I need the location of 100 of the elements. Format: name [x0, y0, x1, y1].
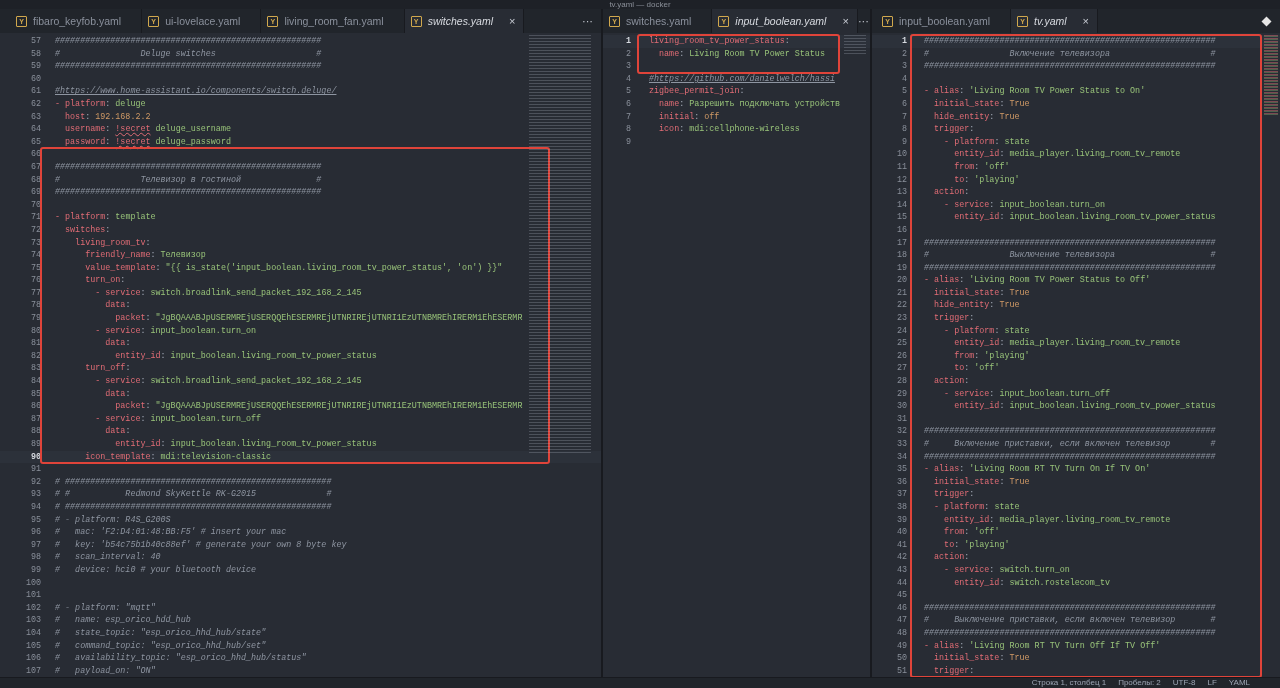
- line-number: 88: [29, 425, 41, 438]
- code-line: from: 'playing': [953, 349, 1030, 363]
- code-comment: # mac: 'F2:D4:01:48:BB:F5' # insert your mac: [55, 526, 287, 539]
- code-line: - service: switch.turn_on: [943, 563, 1070, 577]
- line-number: 51: [895, 664, 907, 678]
- status-item[interactable]: UTF-8: [1172, 678, 1196, 688]
- line-number: 11: [895, 160, 907, 174]
- line-number: 23: [895, 312, 907, 325]
- code-comment: ##########################################################: [924, 425, 1216, 438]
- code-line: trigger:: [933, 312, 975, 325]
- line-number: 13: [895, 186, 907, 199]
- line-number: 24: [895, 324, 907, 338]
- code-line: initial_state: True: [933, 652, 1030, 665]
- line-number: 67: [29, 160, 41, 174]
- code-line: living_room_tv_power_status:: [649, 35, 790, 48]
- code-comment: ##########################################################: [924, 626, 1216, 640]
- code-line: name: Разрешить подключать устройств: [658, 97, 840, 111]
- code-line: hide_entity: True: [933, 299, 1020, 313]
- line-number: 62: [29, 97, 41, 111]
- comment-link[interactable]: #https://www.home-assistant.io/components/switch.deluge/: [55, 85, 337, 98]
- code-line: switches:: [64, 223, 111, 237]
- line-number: 41: [895, 538, 907, 552]
- minimap[interactable]: [1264, 35, 1278, 115]
- line-number: 78: [29, 299, 41, 313]
- more-button[interactable]: ···: [582, 15, 593, 27]
- line-number: 97: [29, 538, 41, 552]
- line-number: 2: [900, 47, 907, 61]
- line-number: 87: [29, 412, 41, 426]
- line-number: 44: [895, 576, 907, 590]
- line-number: 19: [895, 261, 907, 275]
- status-item[interactable]: LF: [1207, 678, 1217, 688]
- code-line: action:: [933, 551, 970, 564]
- code-line: - alias: 'Living Room TV Power Status to On': [924, 85, 1146, 98]
- code-comment: # device: hci0 # your bluetooth device: [55, 563, 257, 577]
- code-line: password: !secret deluge_password: [64, 135, 231, 149]
- line-number: 4: [624, 72, 631, 86]
- code-line: - alias: 'Living Room RT TV Turn On If TV On': [924, 463, 1151, 476]
- code-comment: # #####################################################: [55, 500, 332, 514]
- line-number: 104: [24, 626, 41, 640]
- status-item[interactable]: Пробелы: 2: [1118, 678, 1161, 688]
- line-number: 46: [895, 601, 907, 615]
- code-line: packet: "JgBQAAABJpUSERMREjUSERQQEhESERMREjUTNRIREjUTNRI1EzUTNBMREhIRERM1EhESERMR: [114, 400, 523, 413]
- line-number: 37: [895, 488, 907, 501]
- code-line: packet: "JgBQAAABJpUSERMREjUSERQQEhESERMREjUTNRIREjUTNRI1EzUTNBMREhIRERM1EhESERMR: [114, 312, 523, 325]
- line-number: 18: [895, 249, 907, 262]
- code-line: zigbee_permit_join:: [649, 85, 745, 98]
- close-icon[interactable]: ×: [842, 15, 849, 27]
- line-number: 61: [29, 85, 41, 98]
- code-line: - service: input_boolean.turn_on: [94, 324, 257, 338]
- line-number: 8: [900, 123, 907, 136]
- code-line: entity_id: switch.rostelecom_tv: [953, 576, 1110, 590]
- code-comment: # Deluge switches #: [55, 47, 322, 61]
- line-number: 69: [29, 186, 41, 199]
- close-icon[interactable]: ×: [509, 15, 516, 27]
- line-number: 74: [29, 249, 41, 262]
- code-line: entity_id: input_boolean.living_room_tv_power_status: [953, 211, 1216, 224]
- line-number: 99: [29, 563, 41, 577]
- line-number: 70: [29, 198, 41, 212]
- line-number: 6: [624, 97, 631, 111]
- diamond-icon[interactable]: [1261, 15, 1272, 27]
- line-number: 28: [895, 375, 907, 388]
- comment-link[interactable]: #https://github.com/danielwelch/hassi: [649, 72, 835, 86]
- line-number: 63: [29, 110, 41, 124]
- line-number: 32: [895, 425, 907, 438]
- line-number: 49: [895, 639, 907, 653]
- line-number: 14: [895, 198, 907, 212]
- code-line: from: 'off': [943, 526, 1000, 539]
- code-comment: # Выключение телевизора #: [924, 249, 1216, 262]
- line-number: 98: [29, 551, 41, 564]
- close-icon[interactable]: ×: [1082, 15, 1089, 27]
- code-line: - alias: 'Living Room TV Power Status to Off': [924, 274, 1151, 287]
- line-number: 17: [895, 236, 907, 250]
- code-comment: ##########################################################: [924, 60, 1216, 73]
- code-line: entity_id: input_boolean.living_room_tv_power_status: [114, 349, 377, 363]
- line-number: 35: [895, 463, 907, 476]
- line-number: 9: [900, 135, 907, 149]
- code-line: entity_id: input_boolean.living_room_tv_power_status: [114, 438, 377, 451]
- code-line: name: Living Room TV Power Status: [658, 47, 825, 61]
- line-number: 57: [29, 35, 41, 48]
- code-line: entity_id: input_boolean.living_room_tv_power_status: [953, 400, 1216, 413]
- line-number: 84: [29, 375, 41, 388]
- code-line: - alias: 'Living Room RT TV Turn Off If TV Off': [924, 639, 1161, 653]
- status-item[interactable]: YAML: [1228, 678, 1250, 688]
- code-line: - platform: template: [55, 211, 156, 224]
- line-number: 42: [895, 551, 907, 564]
- line-number: 80: [29, 324, 41, 338]
- line-number: 1: [900, 35, 907, 48]
- more-button[interactable]: ···: [857, 15, 869, 27]
- status-item[interactable]: Строка 1, столбец 1: [1031, 678, 1107, 688]
- line-number: 21: [895, 286, 907, 300]
- code-line: trigger:: [933, 664, 975, 678]
- line-number: 4: [900, 72, 907, 86]
- line-number: 2: [624, 47, 631, 61]
- line-number: 12: [895, 173, 907, 187]
- line-number: 95: [29, 513, 41, 527]
- code-comment: # state_topic: "esp_orico_hhd_hub/state": [55, 626, 267, 640]
- line-number: 58: [29, 47, 41, 61]
- line-number: 68: [29, 173, 41, 187]
- line-number: 81: [29, 337, 41, 350]
- code-comment: #####################################################: [55, 60, 322, 73]
